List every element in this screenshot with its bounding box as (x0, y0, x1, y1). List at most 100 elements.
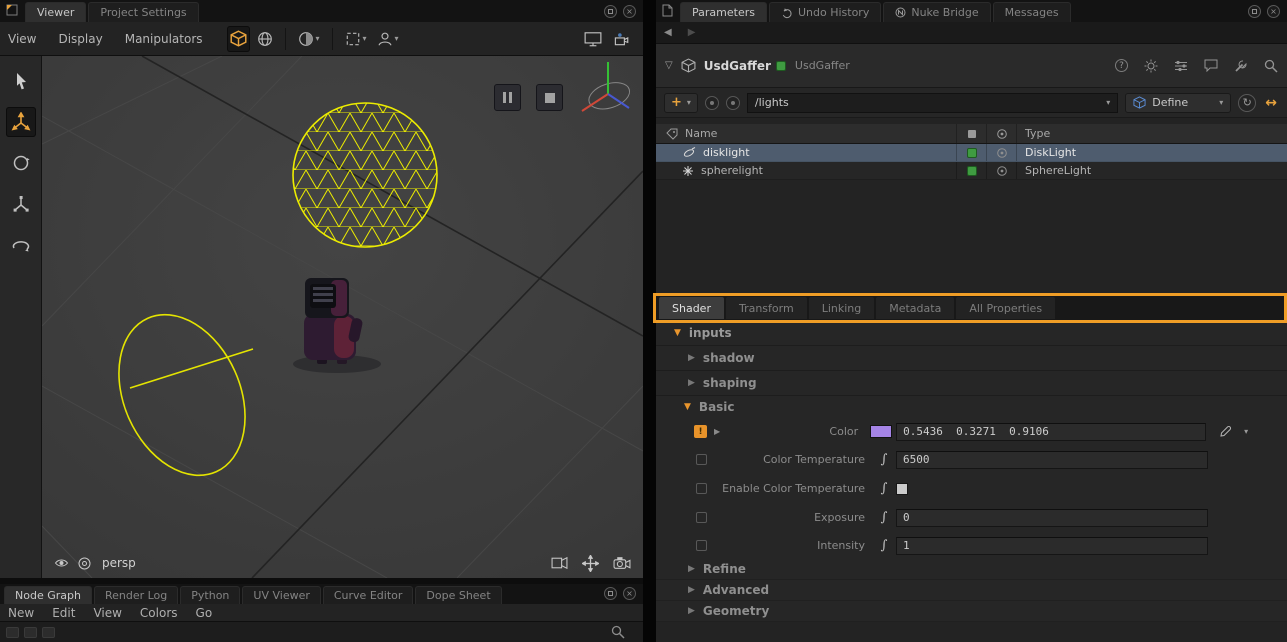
tab-undo-history[interactable]: Undo History (768, 2, 882, 22)
spherelight-wireframe[interactable] (292, 102, 438, 248)
section-advanced[interactable]: ▶ Advanced (656, 580, 1287, 601)
section-shadow[interactable]: ▶ shadow (656, 346, 1287, 371)
color-value-field[interactable]: 0.5436 0.3271 0.9106 (896, 422, 1207, 441)
expression-icon[interactable]: ∫ (880, 452, 888, 467)
root-path-input[interactable]: /lights ▾ (746, 92, 1119, 113)
viewport-canvas[interactable]: persp (42, 56, 643, 578)
select-tool-button[interactable] (6, 66, 36, 96)
state-box-icon[interactable] (696, 454, 707, 465)
table-empty-area[interactable] (656, 180, 1287, 294)
eye-icon[interactable] (54, 557, 69, 569)
selection-mode-button[interactable]: ▾ (342, 26, 370, 52)
triangle-closed-icon[interactable]: ▶ (714, 427, 720, 436)
menu-manipulators[interactable]: Manipulators (125, 32, 203, 46)
monitor-button[interactable] (581, 26, 605, 52)
tab-messages[interactable]: Messages (992, 2, 1071, 22)
tab-curve-editor[interactable]: Curve Editor (322, 586, 414, 604)
camera-name-label[interactable]: persp (102, 556, 136, 570)
flipbook-icon[interactable] (551, 556, 568, 570)
modified-badge[interactable] (966, 165, 977, 176)
color-swatch[interactable] (870, 425, 893, 438)
tab-shader[interactable]: Shader (659, 297, 724, 319)
tab-parameters[interactable]: Parameters (680, 2, 767, 22)
menu-new[interactable]: New (8, 606, 34, 620)
world-snap-button[interactable] (254, 26, 276, 52)
state-box-icon[interactable] (696, 540, 707, 551)
orbit-tool-button[interactable] (6, 230, 36, 260)
menu-edit[interactable]: Edit (52, 606, 75, 620)
toggle-option-icon[interactable] (704, 95, 719, 110)
define-dropdown[interactable]: Define ▾ (1125, 92, 1232, 113)
popout-icon[interactable] (1248, 4, 1261, 18)
gear-icon[interactable] (1143, 58, 1158, 73)
close-icon[interactable]: × (623, 4, 636, 18)
visibility-icon[interactable] (996, 165, 1008, 177)
section-inputs[interactable]: ▼ inputs (656, 320, 1287, 346)
add-light-button[interactable]: + ▾ (664, 92, 698, 113)
section-geometry[interactable]: ▶ Geometry (656, 601, 1287, 622)
expression-icon[interactable]: ∫ (880, 481, 888, 496)
expression-icon[interactable]: ∫ (880, 510, 888, 525)
tab-viewer[interactable]: Viewer (25, 2, 87, 22)
tab-python[interactable]: Python (180, 586, 241, 604)
tab-metadata[interactable]: Metadata (876, 297, 955, 319)
rotate-tool-button[interactable] (6, 148, 36, 178)
table-row-spherelight[interactable]: spherelight SphereLight (656, 162, 1287, 180)
visibility-icon[interactable] (996, 147, 1008, 159)
popout-icon[interactable] (604, 4, 617, 18)
translate-tool-button[interactable] (5, 107, 36, 137)
stop-button[interactable] (536, 84, 563, 111)
pause-button[interactable] (494, 84, 521, 111)
tab-render-log[interactable]: Render Log (93, 586, 179, 604)
close-icon[interactable]: × (1267, 4, 1280, 18)
lookthrough-lights-button[interactable] (226, 25, 250, 52)
modified-badge[interactable] (966, 147, 977, 158)
render-camera-icon[interactable] (613, 556, 631, 570)
section-shaping[interactable]: ▶ shaping (656, 371, 1287, 396)
enable-color-temperature-checkbox[interactable] (896, 482, 908, 495)
tab-project-settings[interactable]: Project Settings (88, 2, 199, 22)
expression-icon[interactable]: ∫ (880, 538, 888, 553)
tab-all-properties[interactable]: All Properties (956, 297, 1056, 319)
popout-icon[interactable] (604, 586, 617, 600)
exposure-field[interactable]: 0 (896, 508, 1208, 527)
section-refine[interactable]: ▶ Refine (656, 559, 1287, 580)
tab-transform[interactable]: Transform (725, 297, 807, 319)
pan-move-icon[interactable] (582, 554, 599, 572)
help-icon[interactable]: ? (1115, 59, 1128, 72)
menu-colors[interactable]: Colors (140, 606, 178, 620)
comment-icon[interactable] (1203, 58, 1218, 73)
forward-button[interactable]: ▶ (688, 27, 696, 38)
menu-view[interactable]: View (93, 606, 121, 620)
expand-collapse-icon[interactable]: ↔ (1265, 95, 1277, 111)
camera-person-button[interactable]: ▾ (374, 26, 402, 52)
disclosure-triangle[interactable]: ▽ (665, 60, 673, 71)
intensity-field[interactable]: 1 (896, 536, 1208, 555)
sliders-icon[interactable] (1173, 58, 1188, 73)
refresh-button[interactable]: ↻ (1238, 93, 1257, 112)
page-icon[interactable] (662, 4, 673, 17)
eyedropper-icon[interactable] (1219, 425, 1232, 438)
pane-menu-icon[interactable] (6, 4, 18, 16)
wrench-icon[interactable] (1233, 58, 1248, 73)
tab-nuke-bridge[interactable]: Nuke Bridge (883, 2, 991, 22)
menu-display[interactable]: Display (58, 32, 102, 46)
menu-view[interactable]: View (8, 32, 36, 46)
back-button[interactable]: ◀ (664, 27, 672, 38)
color-temperature-field[interactable]: 6500 (896, 450, 1208, 469)
toggle-option-icon[interactable] (725, 95, 740, 110)
search-icon[interactable] (1263, 58, 1278, 73)
menu-go[interactable]: Go (196, 606, 213, 620)
tab-uv-viewer[interactable]: UV Viewer (242, 586, 321, 604)
close-icon[interactable]: × (623, 586, 636, 600)
search-icon[interactable] (611, 625, 625, 639)
local-edit-warning-icon[interactable]: ! (694, 425, 707, 438)
render-button[interactable] (609, 26, 633, 52)
table-row-disklight[interactable]: disklight DiskLight (656, 144, 1287, 162)
state-box-icon[interactable] (696, 483, 707, 494)
chevron-down-icon[interactable]: ▾ (1244, 427, 1248, 436)
camera-toggle-icon[interactable] (78, 557, 91, 570)
scale-tool-button[interactable] (6, 189, 36, 219)
tab-dope-sheet[interactable]: Dope Sheet (415, 586, 502, 604)
shading-mode-button[interactable]: ▾ (295, 26, 323, 52)
